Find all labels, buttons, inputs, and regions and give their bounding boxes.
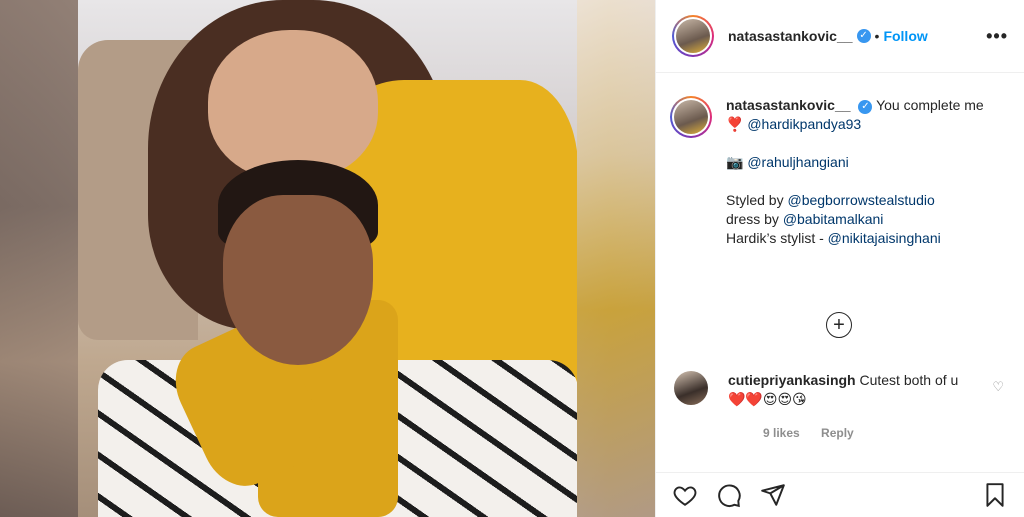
post-photo[interactable] [78,0,577,517]
hardik-stylist-label: Hardik’s stylist - [726,230,828,246]
heart-emoji-icon: ❣️ [726,116,744,132]
comment-item: cutiepriyankasingh Cutest both of u ❤️❤️… [674,371,1004,409]
comment-username[interactable]: cutiepriyankasingh [728,372,856,388]
comment-reply-button[interactable]: Reply [821,426,854,440]
photo-man-face [223,195,373,365]
photo-woman-face [208,30,378,180]
image-blur-right [577,0,655,517]
mention-hardik-stylist[interactable]: @nikitajaisinghani [828,230,941,246]
verified-badge-icon: ✓ [858,100,873,114]
comment-avatar[interactable] [674,371,708,405]
comment-icon[interactable] [716,482,742,508]
image-blur-left [0,0,78,517]
bookmark-icon[interactable] [982,482,1008,508]
separator-dot: • [874,28,880,44]
comment-emojis: ❤️❤️😍😍😘 [728,391,807,407]
load-more-comments-button[interactable]: + [826,312,852,338]
dress-by-label: dress by [726,211,783,227]
caption-username[interactable]: natasastankovic__ [726,97,851,113]
mention-photographer[interactable]: @rahuljhangiani [747,154,848,170]
comment-meta: 9 likes Reply [763,426,872,440]
mention-stylist[interactable]: @begborrowstealstudio [787,192,934,208]
comment-body: cutiepriyankasingh Cutest both of u ❤️❤️… [728,371,968,409]
verified-badge-icon: ✓ [856,29,871,43]
camera-emoji-icon: 📷 [726,154,744,170]
styled-by-label: Styled by [726,192,788,208]
avatar-image [676,19,710,53]
heart-icon[interactable] [672,482,698,508]
avatar[interactable] [672,15,714,57]
mention-dress-designer[interactable]: @babitamalkani [783,211,884,227]
caption: natasastankovic__ ✓ You complete me ❣️ @… [670,96,1010,248]
header-username[interactable]: natasastankovic__ [728,28,853,44]
caption-message: You complete me [876,97,984,113]
mention-hardik[interactable]: @hardikpandya93 [747,116,861,132]
follow-button[interactable]: Follow [883,28,927,44]
post-side-panel: natasastankovic__ ✓ • Follow ••• natasas… [655,0,1024,517]
post-header: natasastankovic__ ✓ • Follow ••• [656,0,1024,73]
comment-like-icon[interactable]: ♡ [992,379,1004,409]
caption-text: natasastankovic__ ✓ You complete me ❣️ @… [726,96,984,248]
share-icon[interactable] [760,482,786,508]
more-options-icon[interactable]: ••• [986,26,1008,47]
comment-likes-count[interactable]: 9 likes [763,426,800,440]
caption-avatar[interactable] [670,96,712,138]
post-actions-bar [656,472,1024,517]
post-image-area [0,0,655,517]
comment-text: Cutest both of u [859,372,959,388]
